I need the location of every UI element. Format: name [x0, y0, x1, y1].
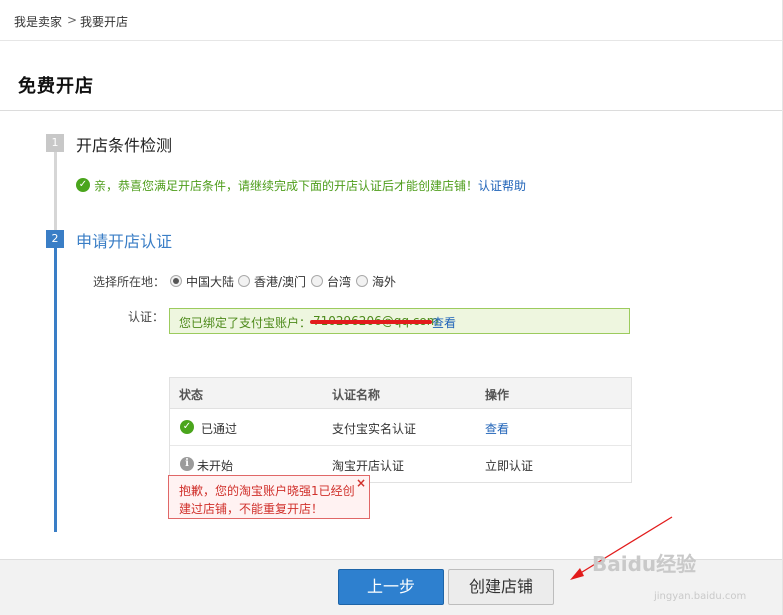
breadcrumb-seller-link[interactable]: 我是卖家: [14, 13, 62, 30]
close-icon[interactable]: ×: [356, 476, 366, 490]
auth-label: 认证：: [128, 310, 165, 324]
baidu-watermark-url: jingyan.baidu.com: [654, 591, 747, 602]
auth-help-link[interactable]: 认证帮助: [478, 177, 526, 194]
step1-title: 开店条件检测: [76, 136, 173, 155]
radio-hk-macau[interactable]: [238, 275, 250, 287]
radio-mainland-china[interactable]: [170, 275, 182, 287]
header-action: 操作: [485, 388, 510, 402]
radio-label-hk-macau[interactable]: 香港/澳门: [254, 273, 306, 290]
breadcrumb-current: 我要开店: [80, 15, 129, 29]
alipay-view-link[interactable]: 查看: [432, 314, 456, 331]
alipay-bound-notice: 您已绑定了支付宝账户： 710296206@qq.com 查看: [169, 308, 630, 334]
row-start-auth-link[interactable]: 立即认证: [485, 457, 533, 474]
step2-progress-line: [54, 240, 57, 532]
page-title: 免费开店: [18, 76, 94, 97]
error-tooltip: 抱歉，您的淘宝账户晓强1已经创建过店铺，不能重复开店！ ×: [168, 475, 370, 519]
check-circle-icon: ✓: [180, 420, 194, 434]
redaction-line: [310, 320, 432, 324]
title-divider: [0, 110, 782, 111]
step1-success-notice: 亲，恭喜您满足开店条件，请继续完成下面的开店认证后才能创建店铺！: [94, 179, 479, 193]
error-message: 抱歉，您的淘宝账户晓强1已经创建过店铺，不能重复开店！: [179, 484, 355, 516]
create-store-button[interactable]: 创建店铺: [448, 569, 554, 605]
breadcrumb: 我是卖家 > 我要开店: [0, 0, 782, 41]
radio-label-mainland-china[interactable]: 中国大陆: [186, 273, 234, 290]
radio-label-taiwan[interactable]: 台湾: [327, 273, 351, 290]
row-view-link[interactable]: 查看: [485, 420, 509, 437]
breadcrumb-separator: >: [67, 13, 78, 27]
radio-overseas[interactable]: [356, 275, 368, 287]
baidu-watermark-logo: Baidu经验: [592, 552, 697, 576]
auth-status-table: 状态 认证名称 操作 ✓ 已通过 支付宝实名认证 查看 i 未开始 淘宝开店认证…: [169, 377, 632, 483]
alipay-bound-text: 您已绑定了支付宝账户：: [179, 316, 312, 330]
step2-number: 2: [46, 230, 64, 248]
row-auth-name: 淘宝开店认证: [332, 459, 405, 473]
step1-number: 1: [46, 134, 64, 152]
step2-title: 申请开店认证: [76, 232, 173, 251]
location-label: 选择所在地：: [93, 275, 166, 289]
header-status: 状态: [179, 388, 204, 402]
step1-progress-line: [54, 150, 57, 230]
row-status: 已通过: [201, 422, 238, 436]
row-auth-name: 支付宝实名认证: [332, 422, 417, 436]
table-header: 状态 认证名称 操作: [170, 378, 631, 409]
info-icon: i: [180, 457, 194, 471]
table-row: ✓ 已通过 支付宝实名认证 查看: [170, 409, 631, 446]
radio-label-overseas[interactable]: 海外: [372, 273, 396, 290]
radio-taiwan[interactable]: [311, 275, 323, 287]
check-circle-icon: ✓: [76, 178, 90, 192]
header-auth-name: 认证名称: [332, 388, 381, 402]
row-status: 未开始: [197, 459, 234, 473]
previous-step-button[interactable]: 上一步: [338, 569, 444, 605]
